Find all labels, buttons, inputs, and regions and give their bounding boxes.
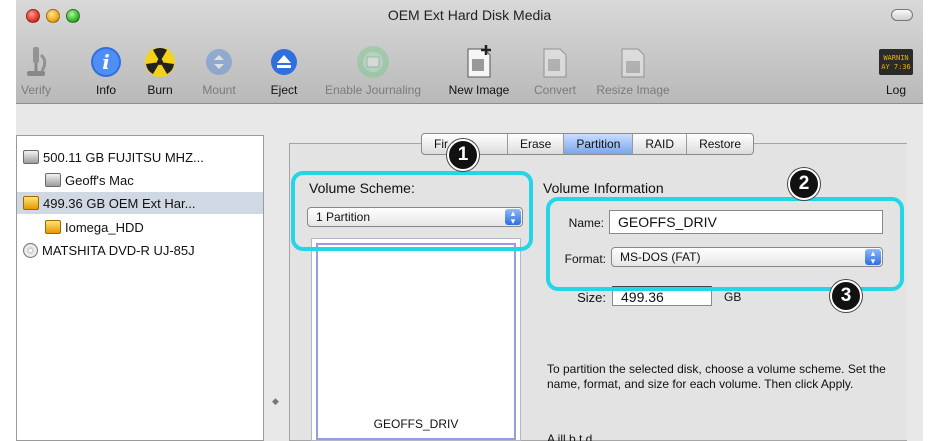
microscope-icon <box>16 42 56 82</box>
partition-layout-preview[interactable]: GEOFFS_DRIV <box>311 238 521 441</box>
callout-box-volume-scheme <box>291 171 533 251</box>
callout-badge-2: 2 <box>788 168 820 200</box>
disk-list-item[interactable]: Geoff's Mac <box>17 169 263 191</box>
log-button[interactable]: WARNIN AY 7:36 Log <box>876 42 916 98</box>
resize-handle-icon[interactable]: ◆ <box>272 396 279 407</box>
eject-button[interactable]: Eject <box>265 42 303 98</box>
disk-list-item[interactable]: MATSHITA DVD-R UJ-85J <box>17 239 263 261</box>
toolbar-toggle-button[interactable] <box>891 9 913 21</box>
volume-icon <box>45 173 61 187</box>
eject-icon <box>264 42 304 82</box>
resize-image-icon <box>613 42 653 82</box>
tab-restore[interactable]: Restore <box>687 134 753 154</box>
tab-partition[interactable]: Partition <box>564 134 634 154</box>
burn-button[interactable]: Burn <box>138 42 182 98</box>
size-unit-label: GB <box>724 290 742 304</box>
disk-list[interactable]: 500.11 GB FUJITSU MHZ... Geoff's Mac 499… <box>16 135 264 441</box>
external-volume-icon <box>45 220 61 234</box>
tab-raid[interactable]: RAID <box>633 134 688 154</box>
enable-journaling-button[interactable]: Enable Journaling <box>314 42 432 98</box>
partition-block-label: GEOFFS_DRIV <box>373 417 459 431</box>
svg-text:AY 7:36: AY 7:36 <box>881 63 911 71</box>
disk-list-item[interactable]: Iomega_HDD <box>17 216 263 238</box>
disk-list-item[interactable]: 500.11 GB FUJITSU MHZ... <box>17 146 263 168</box>
toolbar-area: OEM Ext Hard Disk Media Verify i Info Bu… <box>16 0 923 104</box>
callout-badge-1: 1 <box>447 139 479 171</box>
partition-help-text: To partition the selected disk, choose a… <box>547 362 886 391</box>
radiation-icon <box>140 42 180 82</box>
size-label: Size: <box>577 290 606 305</box>
new-image-icon <box>459 42 499 82</box>
volume-information-label: Volume Information <box>543 180 664 196</box>
tab-erase[interactable]: Erase <box>508 134 565 154</box>
convert-icon <box>535 42 575 82</box>
info-button[interactable]: i Info <box>84 42 128 98</box>
info-icon: i <box>86 42 126 82</box>
log-icon: WARNIN AY 7:36 <box>876 42 916 82</box>
convert-button[interactable]: Convert <box>524 42 586 98</box>
mount-icon <box>199 42 239 82</box>
new-image-button[interactable]: New Image <box>439 42 519 98</box>
optical-disc-icon <box>23 242 38 258</box>
callout-badge-3: 3 <box>830 280 862 312</box>
external-drive-icon <box>23 196 39 210</box>
journaling-icon <box>353 42 393 82</box>
mount-button[interactable]: Mount <box>194 42 244 98</box>
partition-help-text-2: A ill b t d <box>547 432 593 441</box>
svg-text:WARNIN: WARNIN <box>883 54 908 62</box>
resize-image-button[interactable]: Resize Image <box>590 42 676 98</box>
callout-box-volume-information <box>546 197 904 291</box>
disk-list-item-selected[interactable]: 499.36 GB OEM Ext Har... <box>17 192 263 214</box>
verify-button[interactable]: Verify <box>16 42 62 98</box>
window-title: OEM Ext Hard Disk Media <box>387 7 552 23</box>
svg-text:i: i <box>102 50 110 74</box>
partition-block[interactable]: GEOFFS_DRIV <box>316 243 516 440</box>
drive-icon <box>23 150 39 164</box>
